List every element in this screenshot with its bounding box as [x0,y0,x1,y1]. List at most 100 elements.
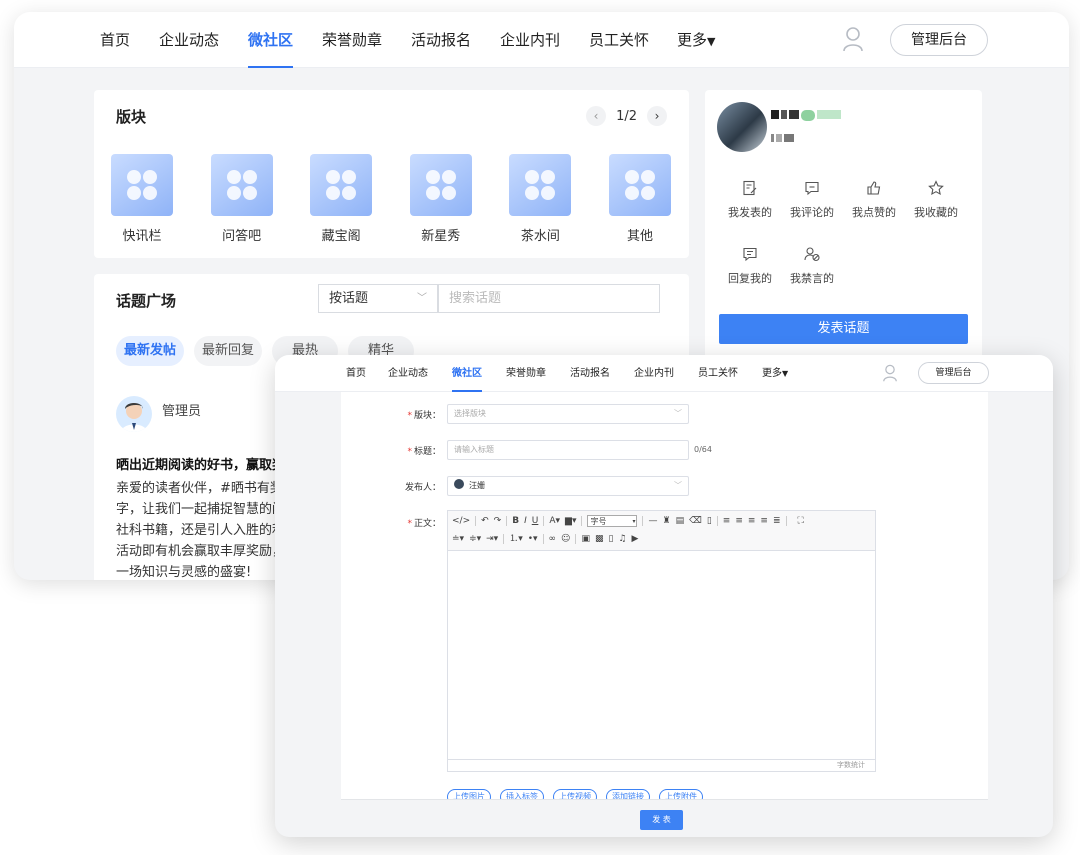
board-grid-icon [310,154,373,216]
align-right-icon[interactable]: ≡ [760,515,768,527]
indent-icon[interactable]: ⇥▾ [486,533,498,545]
line-height-icon[interactable]: ≐▾ [452,533,464,545]
font-size-label: 字号 [590,517,607,526]
align-left-icon[interactable]: ≡ [735,515,743,527]
nav-item-care[interactable]: 员工关怀 [589,12,649,68]
nav-item-news[interactable]: 企业动态 [388,355,428,392]
post-author[interactable]: 管理员 [162,400,201,419]
prev-page-button[interactable]: ‹ [586,106,607,126]
board-label: 快讯栏 [122,229,162,244]
post-excerpt-line: 字，让我们一起捕捉智慧的闪 [116,502,286,517]
background-color-icon[interactable]: ▆▾ [565,515,576,527]
title-input[interactable]: 请输入标题 [447,440,689,460]
board-item[interactable]: 问答吧 [210,154,274,244]
board-item[interactable]: 快讯栏 [110,154,174,244]
board-item[interactable]: 藏宝阁 [309,154,373,244]
reply-icon [719,244,781,264]
ordered-paragraph-icon[interactable]: ≡ [723,515,731,527]
board-item[interactable]: 其他 [608,154,672,244]
nav-item-care[interactable]: 员工关怀 [698,355,738,392]
align-center-icon[interactable]: ≡ [748,515,756,527]
file-icon[interactable]: ▯ [608,533,613,545]
publisher-select[interactable]: 汪姗 ﹀ [447,476,689,496]
quick-link[interactable]: 我发表的 [719,178,781,220]
paragraph-spacing-icon[interactable]: ≑▾ [469,533,481,545]
quick-link-label: 回复我的 [728,272,772,285]
admin-console-button[interactable]: 管理后台 [890,24,988,56]
video-icon[interactable]: ▶ [632,533,639,545]
source-code-icon[interactable]: </> [452,515,470,527]
board-grid-icon [608,154,671,216]
nav-item-more[interactable]: 更多▼ [762,355,788,392]
quick-link[interactable]: 我收藏的 [905,178,967,220]
edit-doc-icon [719,178,781,198]
font-color-icon[interactable]: A▾ [549,515,560,527]
board-item[interactable]: 新星秀 [409,154,473,244]
link-icon[interactable]: ∞ [549,533,557,545]
unordered-list-icon[interactable]: •▾ [528,533,538,545]
tab-latest-replies[interactable]: 最新回复 [194,336,263,366]
align-justify-icon[interactable]: ≣ [773,515,781,527]
nav-item-journal[interactable]: 企业内刊 [500,12,560,68]
music-icon[interactable]: ♫ [618,533,626,545]
avatar[interactable] [717,102,767,152]
nav-item-events[interactable]: 活动报名 [411,12,471,68]
undo-icon[interactable]: ↶ [481,515,489,527]
board-item[interactable]: 茶水间 [508,154,572,244]
nav-item-more[interactable]: 更多▼ [677,12,715,68]
next-page-button[interactable]: › [647,106,667,126]
redo-icon[interactable]: ↷ [494,515,502,527]
nav-item-journal[interactable]: 企业内刊 [634,355,674,392]
format-painter-icon[interactable]: ♜ [662,515,670,527]
post-excerpt-line: 亲爱的读者伙伴，#晒书有奖 [116,481,283,496]
emoji-icon[interactable]: ☺ [561,533,570,545]
rich-text-editor[interactable]: </> ↶ ↷ B I U A▾ ▆▾ 字号 ▾ — ♜ ▤ ⌫ ▯ ≡ ≡ ≡ [447,510,876,772]
avatar[interactable] [116,396,152,432]
board-label: 其他 [626,229,653,244]
nav-item-community[interactable]: 微社区 [248,12,294,68]
chevron-down-icon: ﹀ [674,481,682,490]
post-excerpt-line: 一场知识与灵感的盛宴! [116,565,252,580]
nav-item-events[interactable]: 活动报名 [570,355,610,392]
quick-link-label: 我禁言的 [790,272,834,285]
admin-console-button[interactable]: 管理后台 [918,362,989,384]
quick-link[interactable]: 回复我的 [719,244,781,286]
italic-icon[interactable]: I [524,515,527,527]
nav-item-news[interactable]: 企业动态 [159,12,219,68]
gallery-icon[interactable]: ▩ [595,533,604,545]
board-grid-icon [111,154,173,216]
nav-item-honors[interactable]: 荣誉勋章 [322,12,382,68]
topic-search-input[interactable]: 搜索话题 [438,284,660,313]
ordered-list-icon[interactable]: ⒈▾ [509,533,523,545]
submit-button[interactable]: 发 表 [640,810,683,830]
font-size-select[interactable]: 字号 ▾ [587,515,638,527]
image-icon[interactable]: ▣ [581,533,590,545]
nav-item-honors[interactable]: 荣誉勋章 [506,355,546,392]
user-icon[interactable] [882,364,898,386]
user-icon[interactable] [842,26,864,56]
underline-icon[interactable]: U [532,515,539,527]
mute-users-icon [781,244,843,264]
fullscreen-icon[interactable]: ⛶ [798,515,804,527]
quick-link[interactable]: 我评论的 [781,178,843,220]
nav-item-home[interactable]: 首页 [346,355,366,392]
topic-filter-select[interactable]: 按话题 ﹀ [318,284,438,313]
quick-link[interactable]: 我禁言的 [781,244,843,286]
post-title[interactable]: 晒出近期阅读的好书，赢取奖 [116,454,285,473]
publish-topic-button[interactable]: 发表话题 [719,314,968,344]
publisher-value: 汪姗 [469,481,485,490]
quick-link-label: 我发表的 [728,206,772,219]
thumbs-up-icon [843,178,905,198]
document-icon[interactable]: ▯ [707,515,712,527]
bold-icon[interactable]: B [512,515,519,527]
board-list: 快讯栏 问答吧 藏宝阁 新星秀 茶水间 其他 [110,154,672,244]
board-select[interactable]: 选择版块 ﹀ [447,404,689,424]
nav-item-home[interactable]: 首页 [100,12,130,68]
nav-item-community[interactable]: 微社区 [452,355,482,392]
horizontal-rule-icon[interactable]: — [648,515,657,527]
quick-link[interactable]: 我点赞的 [843,178,905,220]
paste-text-icon[interactable]: ▤ [676,515,685,527]
clear-format-icon[interactable]: ⌫ [689,515,702,527]
tab-latest-posts[interactable]: 最新发帖 [116,336,185,366]
board-grid-icon [409,154,472,216]
